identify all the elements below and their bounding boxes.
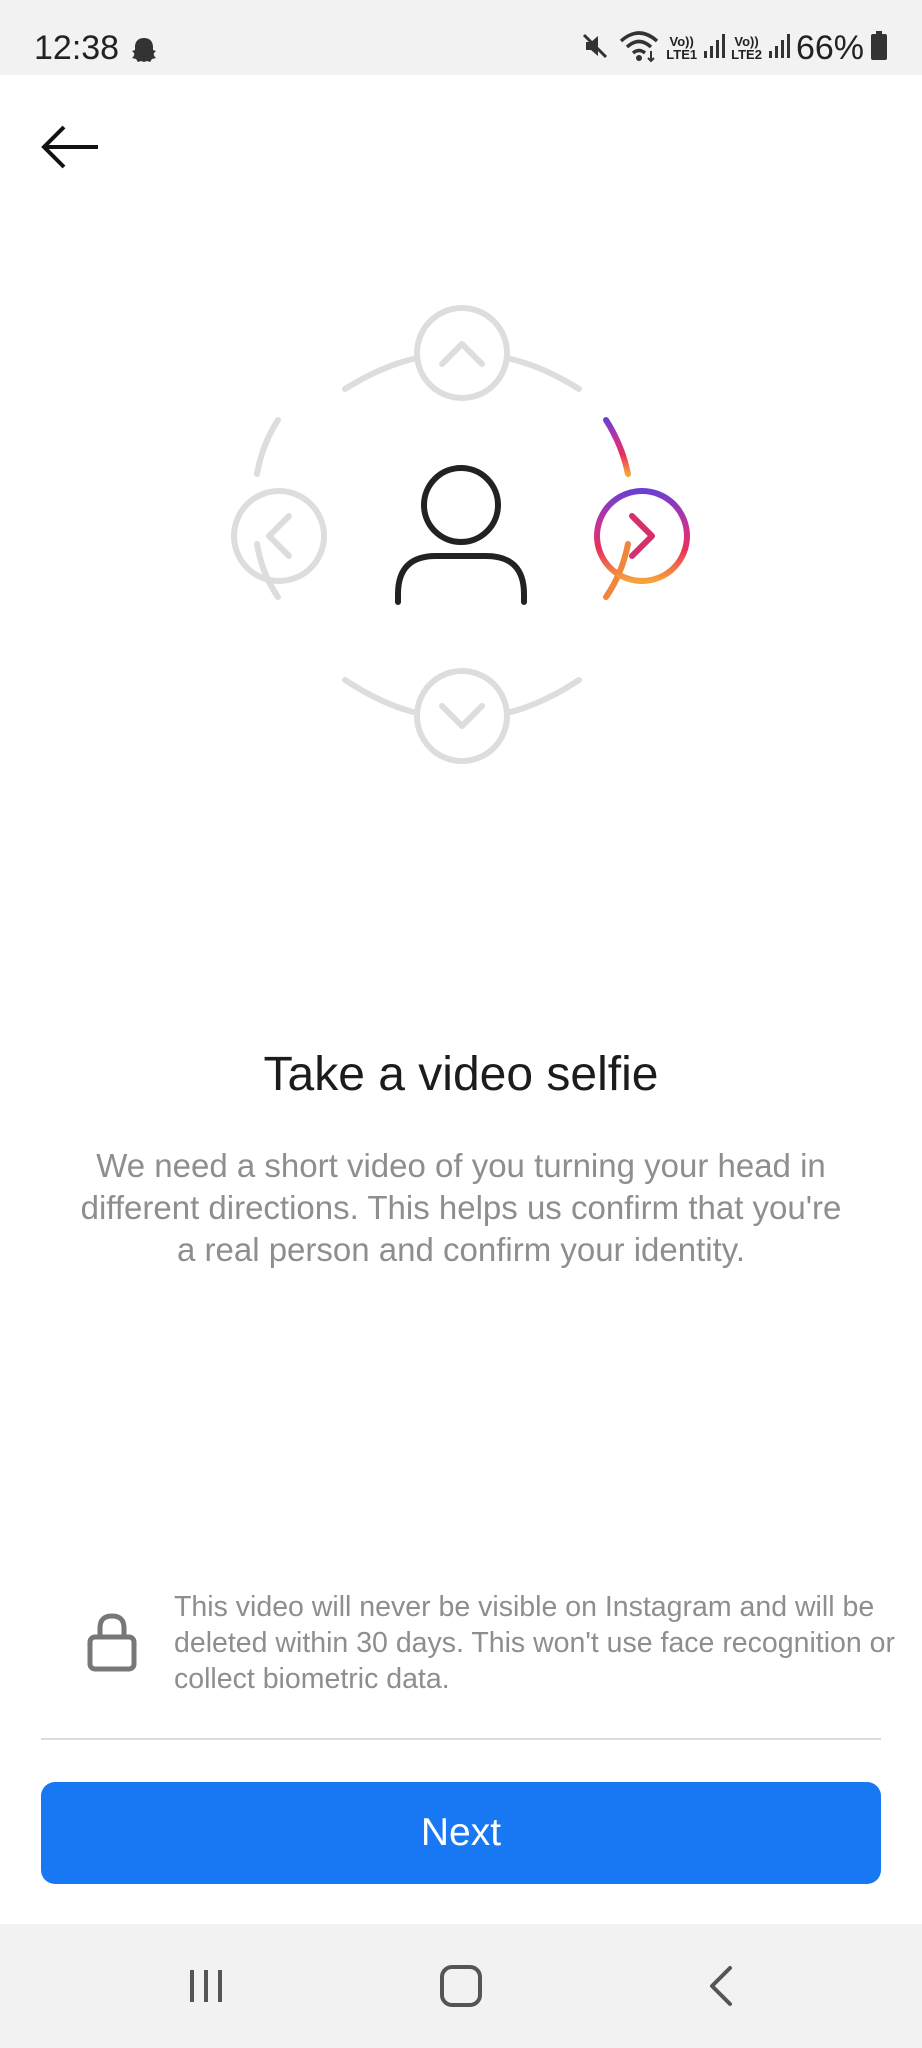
chevron-up-icon: [414, 305, 510, 401]
status-icons: Vo)) LTE1 Vo)) LTE2 66%: [578, 28, 888, 68]
lock-icon: [84, 1611, 140, 1673]
arrow-left-icon: [41, 125, 98, 169]
direction-ring: [254, 356, 582, 715]
system-nav-bar: [0, 1924, 922, 2048]
status-time: 12:38: [34, 29, 120, 67]
signal-icon: [768, 33, 790, 64]
head-turn-illustration: [222, 298, 702, 778]
chevron-right-icon: [594, 488, 690, 584]
privacy-text: This video will never be visible on Inst…: [174, 1591, 896, 1695]
next-button[interactable]: Next: [41, 1782, 881, 1884]
screen: 12:38 Vo)) LTE1 Vo)) LTE2 66% Take a vid…: [0, 0, 922, 2048]
snapchat-ghost-icon: [130, 36, 158, 69]
back-icon: [710, 1966, 732, 2006]
home-button[interactable]: [421, 1954, 501, 2018]
battery-percent: 66%: [795, 29, 864, 67]
chevron-down-icon: [414, 668, 510, 764]
recent-apps-icon: [190, 1970, 222, 2002]
back-button[interactable]: [30, 112, 110, 182]
sim1-label-bottom: LTE1: [666, 47, 698, 62]
mute-icon: [578, 29, 612, 68]
person-icon: [395, 465, 527, 605]
status-bar: 12:38 Vo)) LTE1 Vo)) LTE2 66%: [0, 0, 922, 75]
chevron-left-icon: [231, 488, 327, 584]
page-description: We need a short video of you turning you…: [80, 1147, 842, 1268]
sim2-volte-badge: Vo)) LTE2: [731, 35, 762, 61]
signal-icon: [703, 33, 726, 64]
battery-icon: [870, 30, 888, 66]
page-title: Take a video selfie: [263, 1048, 659, 1101]
progress-arc-top: [603, 417, 631, 477]
wifi-icon: [618, 29, 660, 68]
sim2-label-bottom: LTE2: [731, 47, 762, 62]
system-back-button[interactable]: [682, 1954, 762, 2018]
divider: [41, 1738, 881, 1740]
home-icon: [440, 1965, 482, 2007]
sim1-volte-badge: Vo)) LTE1: [666, 35, 697, 61]
privacy-note: This video will never be visible on Inst…: [84, 1585, 895, 1695]
recent-apps-button[interactable]: [166, 1954, 246, 2018]
